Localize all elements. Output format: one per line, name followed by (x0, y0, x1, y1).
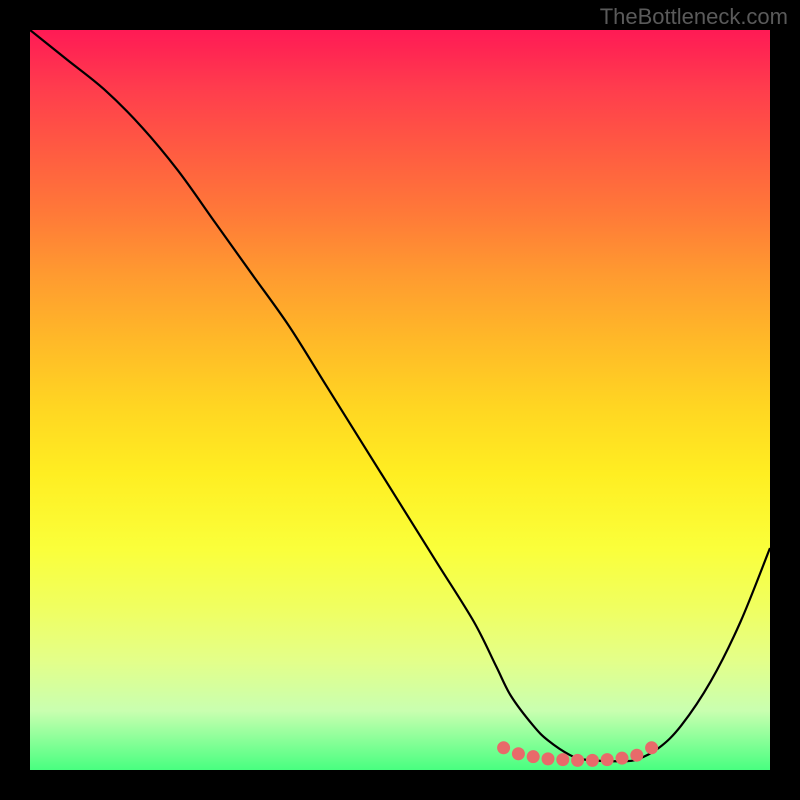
highlight-dot (512, 747, 525, 760)
site-watermark: TheBottleneck.com (600, 4, 788, 30)
highlight-dots (497, 741, 658, 767)
highlight-dot (630, 749, 643, 762)
highlight-dot (527, 750, 540, 763)
bottleneck-chart (30, 30, 770, 770)
highlight-dot (571, 754, 584, 767)
highlight-dot (542, 752, 555, 765)
highlight-dot (497, 741, 510, 754)
highlight-dot (645, 741, 658, 754)
highlight-dot (556, 753, 569, 766)
highlight-dot (586, 754, 599, 767)
chart-svg (30, 30, 770, 770)
highlight-dot (601, 753, 614, 766)
highlight-dot (616, 752, 629, 765)
bottleneck-curve-path (30, 30, 770, 761)
